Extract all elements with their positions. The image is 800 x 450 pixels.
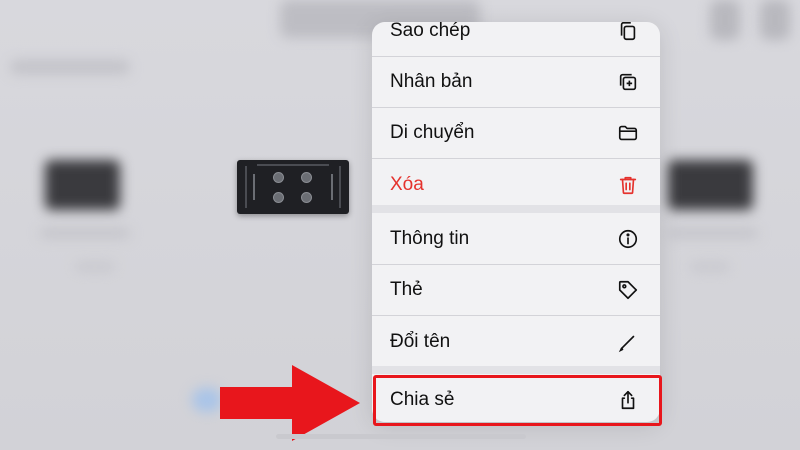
menu-item-rename[interactable]: Đổi tên [372, 316, 660, 367]
copy-icon [616, 22, 640, 43]
menu-item-label: Nhân bản [390, 71, 473, 92]
blurred-tab-icon [192, 388, 222, 412]
tag-icon [616, 278, 640, 302]
red-arrow-icon [220, 365, 360, 441]
blurred-file-name-right [668, 228, 758, 238]
menu-item-move[interactable]: Di chuyển [372, 108, 660, 159]
menu-item-label: Thẻ [390, 279, 423, 300]
folder-icon [616, 121, 640, 145]
info-icon [616, 227, 640, 251]
menu-item-duplicate[interactable]: Nhân bản [372, 57, 660, 108]
blurred-file-size-left [75, 262, 115, 272]
menu-item-tag[interactable]: Thẻ [372, 265, 660, 316]
menu-item-label: Sao chép [390, 22, 471, 41]
share-highlight-box [373, 375, 662, 426]
menu-section-separator [372, 366, 660, 374]
menu-item-delete[interactable]: Xóa [372, 159, 660, 210]
menu-item-label: Đổi tên [390, 330, 451, 352]
menu-item-label: Thông tin [390, 228, 470, 249]
menu-item-copy[interactable]: Sao chép [372, 22, 660, 57]
selected-file-thumbnail[interactable] [237, 160, 349, 214]
blurred-toolbar-button [760, 0, 790, 40]
menu-item-label: Di chuyển [390, 122, 475, 143]
blurred-file-thumbnail-left [45, 160, 120, 210]
home-indicator [276, 434, 526, 439]
blurred-toolbar-button [710, 0, 740, 40]
blurred-text [10, 60, 130, 74]
duplicate-icon [616, 70, 640, 94]
menu-item-info[interactable]: Thông tin [372, 214, 660, 265]
menu-item-label: Xóa [390, 173, 424, 195]
pencil-icon [616, 330, 640, 354]
context-menu: Sao chép Nhân bản Di chuyển Xóa Thông ti… [372, 22, 660, 422]
blurred-file-thumbnail-right [668, 160, 753, 210]
trash-icon [616, 173, 640, 197]
blurred-file-name-left [40, 228, 130, 238]
blurred-file-size-right [690, 262, 730, 272]
menu-section-separator [372, 205, 660, 213]
